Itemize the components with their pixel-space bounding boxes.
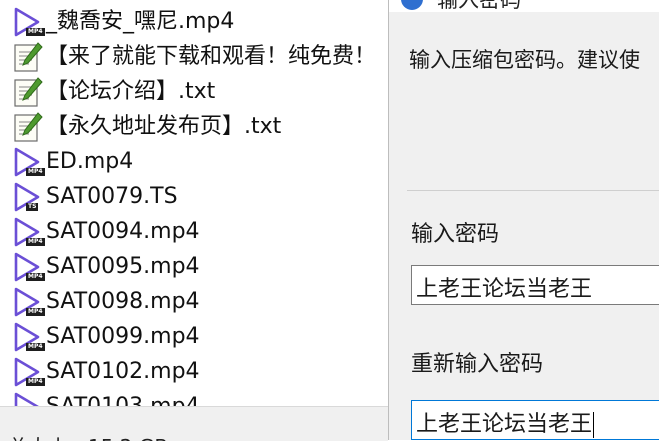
file-type-badge: MP4	[26, 167, 45, 176]
video-file-icon: MP4	[12, 216, 45, 248]
file-name: SAT0103.mp4	[46, 393, 200, 407]
dialog-hint: 输入压缩包密码。建议使	[409, 48, 640, 72]
file-row[interactable]: TS SAT0079.TS	[12, 179, 388, 214]
file-row[interactable]: MP4SAT0103.mp4	[12, 389, 388, 406]
divider	[407, 190, 659, 191]
file-type-badge: MP4	[26, 27, 45, 36]
password-value[interactable]: 上老王论坛当老王	[416, 271, 592, 303]
file-name: SAT0079.TS	[46, 183, 178, 209]
file-type-badge: MP4	[26, 272, 45, 281]
video-file-icon: MP4	[12, 6, 45, 38]
file-row[interactable]: 【来了就能下载和观看！纯免费！	[12, 39, 388, 74]
confirm-password-value[interactable]: 上老王论坛当老王	[416, 406, 595, 438]
file-type-badge: MP4	[26, 237, 45, 246]
password-label: 输入密码	[411, 222, 500, 247]
file-type-badge: TS	[26, 202, 39, 211]
confirm-password-label: 重新输入密码	[411, 352, 544, 377]
file-list-pane: MP4 _魏喬安_嘿尼.mp4 【来了就能下载和观看！纯免费！ 【论坛介绍】.txt 【…	[0, 0, 388, 406]
file-name: SAT0098.mp4	[46, 288, 200, 314]
app-icon	[401, 0, 423, 10]
file-name: 【来了就能下载和观看！纯免费！	[46, 43, 377, 69]
dialog-title: 输入密码	[437, 0, 521, 12]
video-file-icon: MP4	[12, 251, 45, 283]
video-file-icon: MP4	[12, 356, 45, 388]
file-row[interactable]: 【永久地址发布页】.txt	[12, 109, 388, 144]
file-name: 【论坛介绍】.txt	[46, 78, 216, 104]
file-name: 【永久地址发布页】.txt	[46, 113, 282, 139]
file-name: _魏喬安_嘿尼.mp4	[46, 8, 235, 34]
confirm-password-field[interactable]: 上老王论坛当老王	[411, 400, 659, 440]
file-type-badge: MP4	[26, 307, 45, 316]
video-file-icon: MP4	[12, 146, 45, 178]
text-caret	[593, 412, 595, 438]
text-file-icon	[12, 76, 44, 108]
password-field[interactable]: 上老王论坛当老王	[411, 265, 659, 305]
video-file-icon: TS	[12, 181, 44, 213]
file-row[interactable]: 【论坛介绍】.txt	[12, 74, 388, 109]
file-name: SAT0094.mp4	[46, 218, 200, 244]
file-name: SAT0095.mp4	[46, 253, 200, 279]
text-file-icon	[12, 41, 44, 73]
file-name: ED.mp4	[46, 148, 134, 174]
file-row[interactable]: MP4 _魏喬安_嘿尼.mp4	[12, 4, 388, 39]
file-name: SAT0102.mp4	[46, 358, 200, 384]
file-type-badge: MP4	[26, 377, 45, 386]
file-row[interactable]: MP4 SAT0099.mp4	[12, 319, 388, 354]
file-row[interactable]: MP4 SAT0094.mp4	[12, 214, 388, 249]
video-file-icon: MP4	[12, 286, 45, 318]
video-file-icon: MP4	[12, 391, 44, 406]
file-row[interactable]: MP4 ED.mp4	[12, 144, 388, 179]
password-dialog: 输入密码 输入压缩包密码。建议使 输入密码 上老王论坛当老王 重新输入密码 上老…	[388, 0, 659, 440]
file-type-badge: MP4	[26, 342, 45, 351]
file-row[interactable]: MP4 SAT0095.mp4	[12, 249, 388, 284]
file-row[interactable]: MP4 SAT0102.mp4	[12, 354, 388, 389]
file-name: SAT0099.mp4	[46, 323, 200, 349]
dialog-title-bar: 输入密码	[389, 0, 659, 12]
file-row[interactable]: MP4 SAT0098.mp4	[12, 284, 388, 319]
video-file-icon: MP4	[12, 321, 45, 353]
text-file-icon	[12, 111, 44, 143]
status-bar: 总大小：15.2 GB	[0, 406, 388, 441]
